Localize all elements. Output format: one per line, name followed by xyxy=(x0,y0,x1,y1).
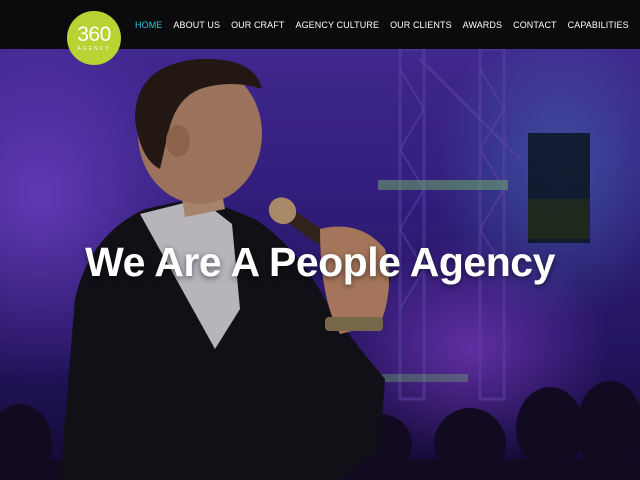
nav-item-our-clients[interactable]: OUR CLIENTS xyxy=(390,20,452,30)
nav-item-awards[interactable]: AWARDS xyxy=(463,20,502,30)
nav-item-agency-culture[interactable]: AGENCY CULTURE xyxy=(295,20,379,30)
main-nav: HOME ABOUT US OUR CRAFT AGENCY CULTURE O… xyxy=(135,0,629,49)
logo-number: 360 xyxy=(77,23,111,46)
nav-item-contact[interactable]: CONTACT xyxy=(513,20,557,30)
hero-title: We Are A People Agency xyxy=(85,239,555,285)
hero-banner: We Are A People Agency xyxy=(0,49,640,480)
nav-item-about-us[interactable]: ABOUT US xyxy=(173,20,220,30)
logo-word: AGENCY xyxy=(77,46,111,52)
page: HOME ABOUT US OUR CRAFT AGENCY CULTURE O… xyxy=(0,0,640,480)
logo[interactable]: 360 AGENCY xyxy=(67,11,121,65)
nav-item-our-craft[interactable]: OUR CRAFT xyxy=(231,20,284,30)
nav-item-home[interactable]: HOME xyxy=(135,20,162,30)
nav-item-capabilities[interactable]: CAPABILITIES xyxy=(568,20,629,30)
